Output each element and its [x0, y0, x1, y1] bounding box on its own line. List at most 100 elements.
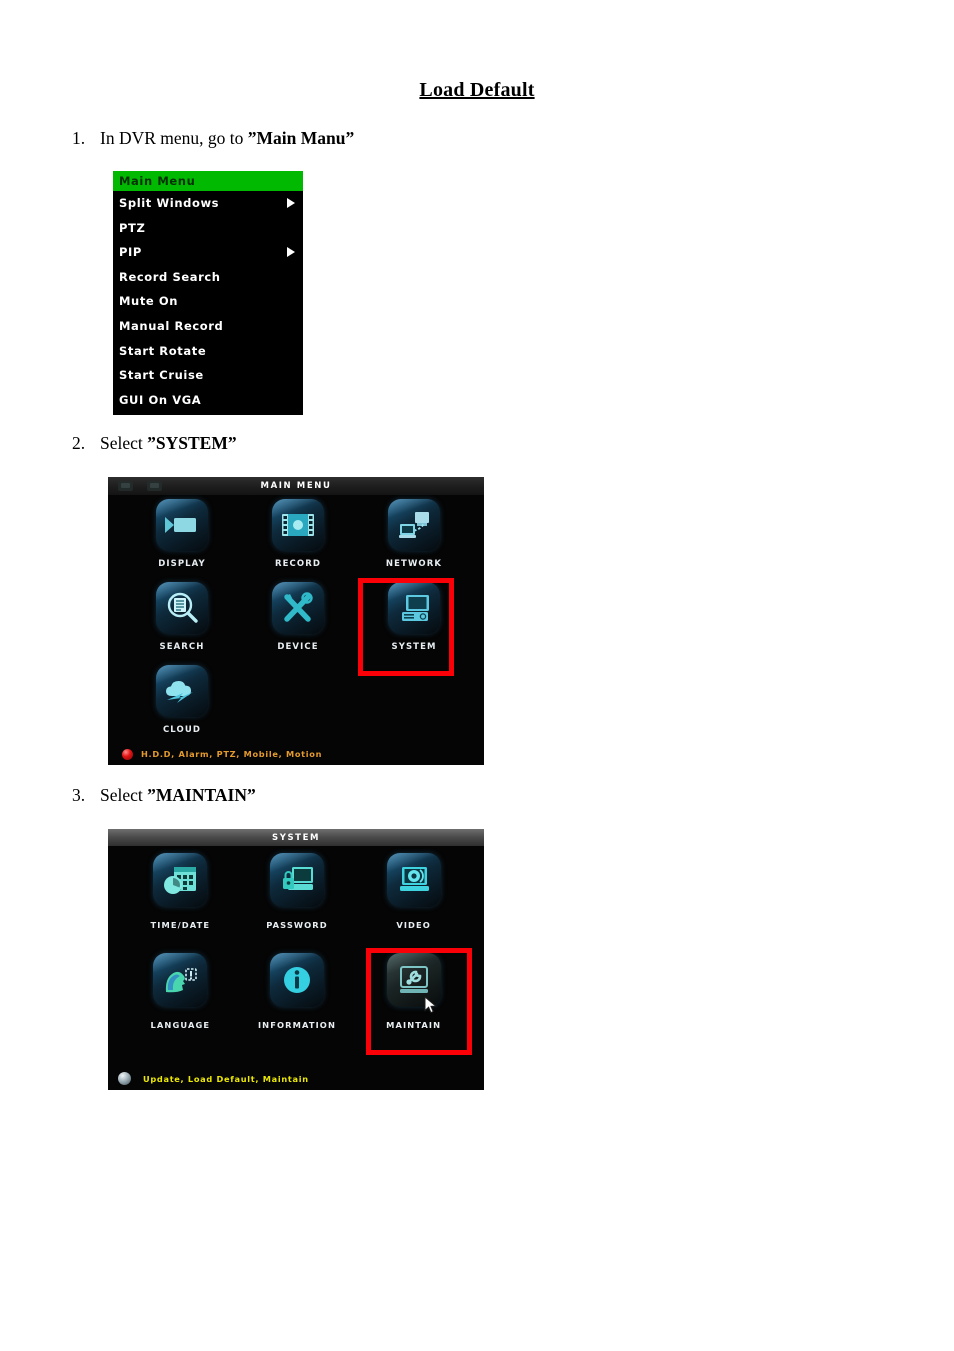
system-grid: TIME/DATE PASSWORD VIDEO LANGUAGE INFORM… [122, 853, 472, 1053]
menu-item-split-windows[interactable]: Split Windows [113, 191, 303, 216]
mouse-pointer-icon [424, 995, 438, 1018]
cloud-icon [156, 665, 208, 717]
status-text: H.D.D, Alarm, PTZ, Mobile, Motion [141, 749, 323, 759]
menu-item-label: GUI On VGA [119, 392, 202, 407]
menu-tile-cloud[interactable]: CLOUD [124, 665, 240, 746]
menu-item-mute-on[interactable]: Mute On [113, 289, 303, 314]
status-text: Update, Load Default, Maintain [143, 1073, 309, 1084]
menu-item-start-rotate[interactable]: Start Rotate [113, 339, 303, 364]
menu-item-label: Mute On [119, 294, 179, 309]
tile-label: TIME/DATE [150, 920, 211, 930]
language-tile [153, 953, 208, 1007]
page-title-text: Load Default [419, 79, 535, 101]
menu-item-label: Manual Record [119, 318, 224, 333]
main-menu-status-bar: H.D.D, Alarm, PTZ, Mobile, Motion [108, 743, 484, 765]
tile-label: MAINTAIN [386, 1020, 442, 1030]
tile-label: SYSTEM [391, 642, 437, 652]
document-page: Load Default 1. In DVR menu, go to ”Main … [0, 0, 954, 1351]
search-tile [156, 582, 208, 634]
system-status-bar: Update, Load Default, Maintain [108, 1067, 484, 1090]
system-tile-time-date[interactable]: TIME/DATE [122, 853, 239, 953]
display-tile [156, 499, 208, 551]
network-computers-icon [388, 499, 440, 551]
menu-item-label: Record Search [119, 269, 221, 284]
page-title: Load Default [0, 79, 954, 102]
step-3-number: 3. [72, 785, 86, 805]
head-speech-icon [153, 953, 207, 1007]
video-camera-icon [156, 499, 208, 551]
menu-item-pip[interactable]: PIP [113, 240, 303, 265]
tile-label: NETWORK [385, 559, 443, 569]
system-tile-maintain[interactable]: MAINTAIN [355, 953, 472, 1053]
system-tile-video[interactable]: VIDEO [355, 853, 472, 953]
menu-item-ptz[interactable]: PTZ [113, 216, 303, 241]
menu-item-label: Start Rotate [119, 343, 207, 358]
tile-label: DISPLAY [158, 559, 206, 569]
record-tile [272, 499, 324, 551]
tile-label: DEVICE [277, 642, 319, 652]
system-tile-information[interactable]: INFORMATION [239, 953, 356, 1053]
menu-item-record-search[interactable]: Record Search [113, 265, 303, 290]
menu-tile-system[interactable]: SYSTEM [356, 582, 472, 663]
menu-tile-record[interactable]: RECORD [240, 499, 356, 580]
submenu-arrow-icon [287, 198, 295, 208]
step-1: 1. In DVR menu, go to ”Main Manu” [72, 128, 354, 149]
tile-label: RECORD [274, 559, 322, 569]
system-tile-language[interactable]: LANGUAGE [122, 953, 239, 1053]
cloud-tile [156, 665, 208, 717]
film-strip-icon [272, 499, 324, 551]
menu-tile-display[interactable]: DISPLAY [124, 499, 240, 580]
header-mini-icons [118, 481, 162, 491]
menu-item-label: PIP [119, 245, 142, 260]
dvr-context-menu: Main Menu Split Windows PTZ PIP Record S… [113, 171, 303, 415]
computer-icon [388, 582, 440, 634]
menu-item-gui-on-vga[interactable]: GUI On VGA [113, 388, 303, 413]
step-1-text: In DVR menu, go to [100, 128, 248, 148]
device-tile [272, 582, 324, 634]
tile-label: LANGUAGE [150, 1020, 211, 1030]
information-tile [269, 953, 324, 1007]
submenu-arrow-icon [287, 247, 295, 258]
main-menu-grid: DISPLAY RECORD NETWORK SEARCH DEVICE SYS… [124, 499, 472, 746]
monitor-lens-icon [387, 853, 441, 907]
magnifier-document-icon [156, 582, 208, 634]
wrench-screwdriver-icon [272, 582, 324, 634]
main-menu-header: MAIN MENU [108, 477, 484, 495]
info-circle-icon [270, 953, 324, 1007]
step-1-number: 1. [72, 128, 86, 148]
tile-label: PASSWORD [266, 920, 328, 930]
step-2-emphasis: ”SYSTEM” [147, 433, 237, 453]
menu-tile-search[interactable]: SEARCH [124, 582, 240, 663]
network-tile [388, 499, 440, 551]
main-menu-screen: MAIN MENU DISPLAY RECORD NETWORK SEARCH … [108, 477, 484, 765]
camera-mini-icon [118, 481, 133, 491]
monitor-mini-icon [147, 481, 162, 491]
video-tile [386, 853, 441, 907]
password-tile [269, 853, 324, 907]
step-3-emphasis: ”MAINTAIN” [147, 785, 256, 805]
step-2: 2. Select ”SYSTEM” [72, 433, 237, 454]
system-header: SYSTEM [108, 829, 484, 846]
tile-label: INFORMATION [257, 1020, 336, 1030]
tile-label: SEARCH [159, 642, 205, 652]
step-3-text: Select [100, 785, 148, 805]
menu-item-manual-record[interactable]: Manual Record [113, 314, 303, 339]
step-2-number: 2. [72, 433, 86, 453]
menu-item-start-cruise[interactable]: Start Cruise [113, 363, 303, 388]
main-menu-title: MAIN MENU [260, 481, 332, 491]
system-tile [388, 582, 440, 634]
tile-label: VIDEO [396, 920, 431, 930]
system-screen: SYSTEM TIME/DATE PASSWORD VIDEO LANGUAGE… [108, 829, 484, 1090]
step-2-text: Select [100, 433, 148, 453]
menu-tile-device[interactable]: DEVICE [240, 582, 356, 663]
tile-label: CLOUD [162, 725, 202, 735]
system-tile-password[interactable]: PASSWORD [239, 853, 356, 953]
system-title: SYSTEM [271, 832, 321, 843]
gray-sphere-icon [118, 1072, 131, 1085]
menu-item-label: PTZ [119, 220, 146, 235]
monitor-lock-icon [270, 853, 324, 907]
step-1-emphasis: ”Main Manu” [247, 128, 355, 148]
dvr-context-menu-header: Main Menu [113, 171, 303, 191]
menu-tile-network[interactable]: NETWORK [356, 499, 472, 580]
clock-calendar-icon [153, 853, 207, 907]
